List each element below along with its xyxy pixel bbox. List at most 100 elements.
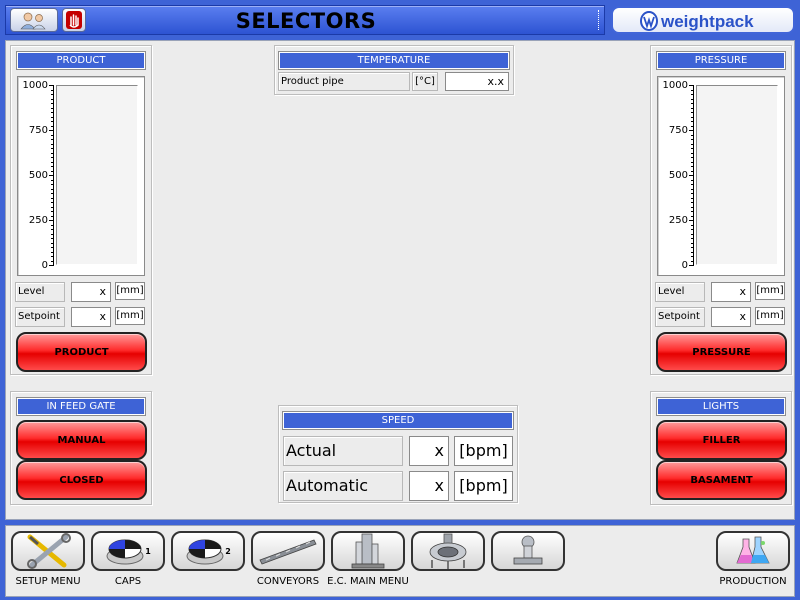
minor-tick	[51, 121, 54, 122]
infeed-closed-button[interactable]: CLOSED	[16, 460, 147, 500]
caps-1-button[interactable]: 1	[91, 531, 165, 571]
lights-basament-button[interactable]: BASAMENT	[656, 460, 787, 500]
minor-tick	[691, 162, 694, 163]
pressure-tick-1000: 1000	[662, 80, 688, 91]
main-panel: PRODUCT 1000 750 500 250 0 Level x [mm] …	[5, 40, 795, 520]
minor-tick	[51, 229, 54, 230]
minor-tick	[51, 184, 54, 185]
minor-tick	[51, 112, 54, 113]
major-tick	[689, 85, 694, 86]
minor-tick	[51, 153, 54, 154]
minor-tick	[691, 144, 694, 145]
weightpack-logo-icon	[640, 11, 658, 31]
speed-automatic-value[interactable]: x	[409, 471, 449, 501]
capper-machine-icon	[513, 535, 543, 565]
minor-tick	[51, 144, 54, 145]
minor-tick	[691, 211, 694, 212]
footer-panel: SETUP MENU 1 2 CAPS CONVEYORS E.C. MAIN …	[5, 525, 795, 597]
minor-tick	[691, 229, 694, 230]
temperature-title: TEMPERATURE	[278, 51, 510, 70]
pressure-setpoint-value[interactable]: x	[711, 307, 751, 327]
minor-tick	[691, 180, 694, 181]
speed-actual-unit: [bpm]	[454, 436, 513, 466]
minor-tick	[51, 148, 54, 149]
product-tick-250: 250	[28, 215, 48, 226]
rotary-filler-button[interactable]	[411, 531, 485, 571]
minor-tick	[691, 103, 694, 104]
minor-tick	[51, 247, 54, 248]
product-tick-1000: 1000	[22, 80, 48, 91]
lights-group: LIGHTS FILLER BASAMENT	[650, 391, 792, 505]
minor-tick	[691, 157, 694, 158]
lights-filler-button[interactable]: FILLER	[656, 420, 787, 460]
users-icon	[20, 12, 46, 30]
page-title: SELECTORS	[235, 9, 377, 33]
product-button[interactable]: PRODUCT	[16, 332, 147, 372]
ec-main-menu-button[interactable]	[331, 531, 405, 571]
pressure-tick-250: 250	[668, 215, 688, 226]
pressure-setpoint-unit: [mm]	[755, 307, 785, 325]
minor-tick	[51, 162, 54, 163]
major-tick	[689, 130, 694, 131]
minor-tick	[691, 225, 694, 226]
minor-tick	[51, 238, 54, 239]
minor-tick	[691, 261, 694, 262]
flasks-icon	[736, 536, 770, 564]
minor-tick	[51, 243, 54, 244]
product-setpoint-label: Setpoint	[15, 307, 65, 327]
caps-2-button[interactable]: 2	[171, 531, 245, 571]
pressure-level-chart: 1000 750 500 250 0	[657, 76, 785, 276]
header-bar: SELECTORS weightpack	[0, 0, 800, 40]
pressure-level-unit: [mm]	[755, 282, 785, 300]
minor-tick	[51, 193, 54, 194]
stop-hand-button[interactable]	[62, 8, 86, 32]
minor-tick	[691, 207, 694, 208]
major-tick	[49, 130, 54, 131]
setup-menu-button[interactable]	[11, 531, 85, 571]
minor-tick	[691, 247, 694, 248]
setup-menu-label: SETUP MENU	[15, 576, 81, 587]
product-group: PRODUCT 1000 750 500 250 0 Level x [mm] …	[10, 45, 152, 375]
infeed-gate-group: IN FEED GATE MANUAL CLOSED	[10, 391, 152, 505]
minor-tick	[691, 117, 694, 118]
footer-bar: SETUP MENU 1 2 CAPS CONVEYORS E.C. MAIN …	[0, 520, 800, 600]
minor-tick	[51, 166, 54, 167]
pressure-setpoint-label: Setpoint	[655, 307, 705, 327]
minor-tick	[691, 193, 694, 194]
minor-tick	[691, 243, 694, 244]
minor-tick	[691, 202, 694, 203]
minor-tick	[691, 126, 694, 127]
pressure-title: PRESSURE	[656, 51, 786, 70]
minor-tick	[691, 238, 694, 239]
infeed-manual-button[interactable]: MANUAL	[16, 420, 147, 460]
rotary-filler-icon	[429, 533, 467, 569]
minor-tick	[691, 99, 694, 100]
major-tick	[49, 175, 54, 176]
users-button[interactable]	[10, 8, 58, 32]
temperature-group: TEMPERATURE Product pipe [°C] x.x	[274, 45, 514, 95]
product-level-label: Level	[15, 282, 65, 302]
product-tick-750: 750	[28, 125, 48, 136]
minor-tick	[691, 139, 694, 140]
minor-tick	[51, 202, 54, 203]
product-level-unit: [mm]	[115, 282, 145, 300]
caps-1-number: 1	[145, 546, 151, 556]
pressure-button[interactable]: PRESSURE	[656, 332, 787, 372]
product-setpoint-value[interactable]: x	[71, 307, 111, 327]
production-button[interactable]	[716, 531, 790, 571]
pressure-level-value: x	[711, 282, 751, 302]
stop-hand-icon	[66, 11, 82, 29]
major-tick	[49, 220, 54, 221]
conveyors-button[interactable]	[251, 531, 325, 571]
minor-tick	[51, 99, 54, 100]
speed-group: SPEED Actual x [bpm] Automatic x [bpm]	[278, 405, 518, 503]
major-tick	[49, 265, 54, 266]
minor-tick	[691, 198, 694, 199]
minor-tick	[691, 112, 694, 113]
lights-title: LIGHTS	[656, 397, 786, 416]
bottle-cap-icon	[186, 539, 224, 565]
infeed-gate-title: IN FEED GATE	[16, 397, 146, 416]
capper-button[interactable]	[491, 531, 565, 571]
production-label: PRODUCTION	[719, 576, 787, 587]
minor-tick	[51, 180, 54, 181]
